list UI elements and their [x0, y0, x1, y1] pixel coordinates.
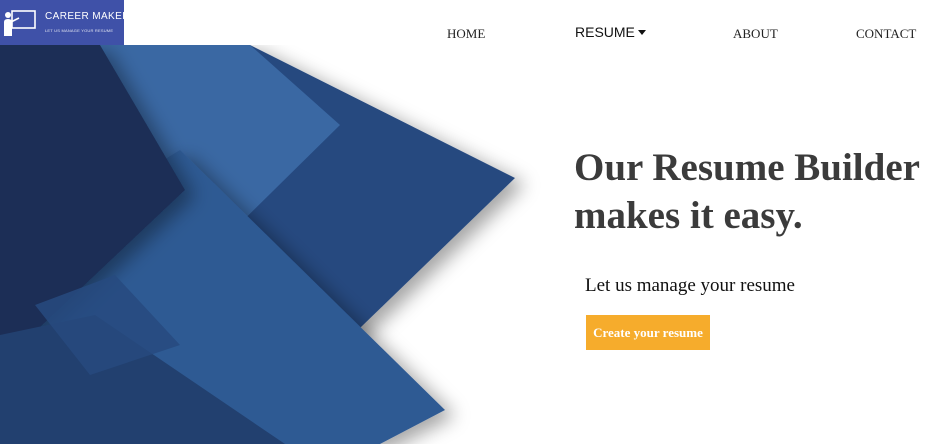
nav-contact-link[interactable]: CONTACT — [856, 26, 916, 42]
hero-abstract-shapes — [0, 45, 515, 444]
logo-name: CAREER MAKER — [45, 11, 130, 22]
hero-headline-line-1: Our Resume Builder — [574, 146, 920, 189]
nav-home-link[interactable]: HOME — [447, 26, 485, 42]
nav-about-link[interactable]: ABOUT — [733, 26, 778, 42]
hero-headline-line-2: makes it easy. — [574, 194, 803, 237]
logo-tagline: LET US MANAGE YOUR RESUME — [45, 28, 114, 33]
site-logo[interactable]: CAREER MAKER LET US MANAGE YOUR RESUME — [0, 0, 129, 45]
nav-resume-label: RESUME — [575, 24, 635, 40]
create-resume-button[interactable]: Create your resume — [586, 315, 710, 350]
caret-down-icon — [637, 30, 646, 35]
presenter-board-icon — [4, 10, 36, 36]
nav-resume-dropdown[interactable]: RESUME — [575, 24, 646, 40]
hero-subheadline: Let us manage your resume — [585, 275, 795, 296]
hero-headline: Our Resume Builder makes it easy. — [574, 144, 920, 240]
